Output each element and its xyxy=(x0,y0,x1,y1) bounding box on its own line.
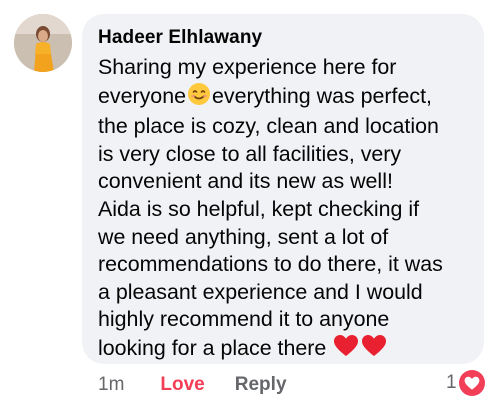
heart-icon xyxy=(458,370,485,396)
comment-line: Sharing my experience here for xyxy=(98,55,397,79)
reply-button[interactable]: Reply xyxy=(235,374,287,396)
comment-line: Aida is so helpful, kept checking if xyxy=(98,196,420,221)
comment-line: the place is cozy, clean and location xyxy=(98,114,439,139)
red-heart-emoji xyxy=(361,334,387,366)
red-heart-emoji xyxy=(333,334,359,366)
profile-photo xyxy=(14,14,72,72)
comment-line: everyone everything was perfect, xyxy=(98,82,468,114)
comment-text: Sharing my experience here for everyone e… xyxy=(98,54,468,366)
comment-line: recommendations to do there, it was xyxy=(98,252,443,277)
comment-timestamp[interactable]: 1m xyxy=(98,374,124,396)
reaction-summary[interactable]: 1 xyxy=(446,370,485,396)
comment-line: convenient and its new as well! xyxy=(98,169,393,194)
smiling-face-emoji xyxy=(187,82,211,114)
avatar[interactable] xyxy=(14,14,72,72)
comment-actions: 1m Love Reply xyxy=(98,373,287,397)
love-button[interactable]: Love xyxy=(160,374,204,396)
comment-line: looking for a place there xyxy=(98,334,468,366)
comment-line: is very close to all facilities, very xyxy=(98,141,402,166)
reaction-count: 1 xyxy=(446,372,457,393)
comment-author[interactable]: Hadeer Elhlawany xyxy=(98,26,468,50)
comment-line: highly recommend it to anyone xyxy=(98,307,390,332)
comment-bubble: Hadeer Elhlawany Sharing my experience h… xyxy=(82,14,484,364)
comment-line: we need anything, sent a lot of xyxy=(98,224,389,249)
comment-line: a pleasant experience and I would xyxy=(98,279,423,304)
